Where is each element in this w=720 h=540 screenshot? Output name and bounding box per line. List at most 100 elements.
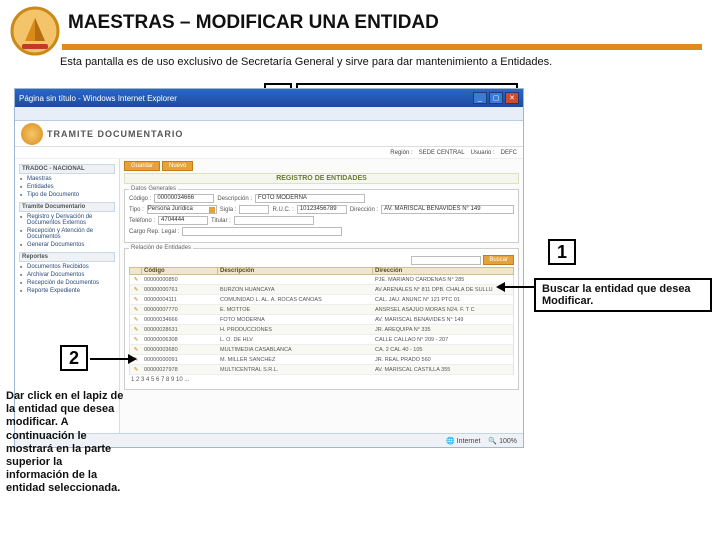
arrow-1-line — [504, 286, 534, 288]
cell-codigo: 00000003680 — [142, 347, 218, 353]
table-row: ✎00000028631H. PRODUCCIONESJR. AREQUIPA … — [129, 325, 514, 335]
region-label: Región : — [390, 150, 412, 156]
edit-pencil-icon[interactable]: ✎ — [130, 297, 142, 303]
table-body: ✎00000000850PJE. MARIANO CARDENAS N° 285… — [129, 275, 514, 375]
close-icon[interactable]: ✕ — [505, 92, 519, 104]
search-row: Buscar — [129, 255, 514, 265]
status-internet: 🌐 Internet — [446, 437, 480, 445]
side-item-maestras[interactable]: Maestras — [19, 175, 115, 183]
step-2-number: 2 — [60, 345, 88, 371]
th-desc: Descripción — [218, 268, 373, 274]
telefono-input[interactable]: 4704444 — [158, 216, 208, 225]
side-item-archivar[interactable]: Archivar Documentos — [19, 271, 115, 279]
table-row: ✎00000027978MULTICENTRAL S.R.L.AV. MARIS… — [129, 365, 514, 375]
table-row: ✎00000000850PJE. MARIANO CARDENAS N° 285 — [129, 275, 514, 285]
cell-desc: MULTIMEDIA CASABLANCA — [218, 347, 373, 353]
status-zoom: 🔍 100% — [488, 437, 517, 445]
minimize-icon[interactable]: _ — [473, 92, 487, 104]
cell-codigo: 00000000091 — [142, 357, 218, 363]
edit-pencil-icon[interactable]: ✎ — [130, 277, 142, 283]
titular-label: Titular : — [211, 218, 231, 224]
cell-codigo: 00000004111 — [142, 297, 218, 303]
main-panel: Guardar Nuevo REGISTRO DE ENTIDADES Dato… — [120, 159, 523, 433]
cell-codigo: 00000006308 — [142, 337, 218, 343]
cell-desc: BURZON HUANCAYA — [218, 287, 373, 293]
window-buttons: _ ▢ ✕ — [473, 92, 519, 104]
sigla-label: Sigla : — [220, 207, 237, 213]
tipo-label: Tipo : — [129, 207, 144, 213]
desc-input[interactable]: FOTO MODERNA — [255, 194, 365, 203]
side-item-recepdoc[interactable]: Recepción de Documentos — [19, 279, 115, 287]
save-button[interactable]: Guardar — [124, 161, 160, 171]
th-codigo: Código — [142, 268, 218, 274]
cell-codigo: 00000007770 — [142, 307, 218, 313]
legend-general: Datos Generales — [129, 186, 178, 192]
cargo-label: Cargo Rep. Legal : — [129, 229, 179, 235]
sigla-input[interactable] — [239, 205, 269, 214]
region-value: SEDE CENTRAL — [419, 150, 465, 156]
meta-row: Región : SEDE CENTRAL Usuario : DEFC — [15, 147, 523, 159]
cell-desc: E. MOTTOE — [218, 307, 373, 313]
codigo-label: Código : — [129, 196, 151, 202]
side-item-generar[interactable]: Generar Documentos — [19, 241, 115, 249]
side-item-recepcion[interactable]: Recepción y Atención de Documentos — [19, 227, 115, 241]
side-group-0: TRADOC - NACIONAL — [19, 164, 115, 174]
cell-desc: COMUNIDAD L. AL. A. ROCAS CANOAS — [218, 297, 373, 303]
ie-tabbar — [15, 107, 523, 121]
ruc-label: R.U.C. : — [272, 207, 293, 213]
cell-dir: AV. MARISCAL CASTILLA 355 — [373, 367, 513, 373]
side-group-3: Reportes — [19, 252, 115, 262]
cell-dir: CA. 2 CAL 40 - 105 — [373, 347, 513, 353]
app-banner: TRAMITE DOCUMENTARIO — [15, 121, 523, 147]
step-1-text: Buscar la entidad que desea Modificar. — [534, 278, 712, 312]
side-item-tipodoc[interactable]: Tipo de Documento — [19, 191, 115, 199]
cell-desc: H. PRODUCCIONES — [218, 327, 373, 333]
cell-desc: M. MILLER SANCHEZ — [218, 357, 373, 363]
step-2-text: Dar click en el lapiz de la entidad que … — [6, 390, 126, 496]
page-description: Esta pantalla es de uso exclusivo de Sec… — [60, 56, 552, 68]
org-logo — [10, 6, 60, 56]
table-row: ✎00000000091M. MILLER SANCHEZJR. REAL PR… — [129, 355, 514, 365]
cell-codigo: 00000034666 — [142, 317, 218, 323]
search-input[interactable] — [411, 256, 481, 265]
ie-titlebar: Página sin título - Windows Internet Exp… — [15, 89, 523, 107]
cargo-input[interactable] — [182, 227, 342, 236]
edit-pencil-icon[interactable]: ✎ — [130, 347, 142, 353]
cell-dir: AV. MARISCAL BENAVIDES N° 149 — [373, 317, 513, 323]
th-dir: Dirección — [373, 268, 513, 274]
maximize-icon[interactable]: ▢ — [489, 92, 503, 104]
edit-pencil-icon[interactable]: ✎ — [130, 367, 142, 373]
tipo-select[interactable]: Persona Jurídica — [147, 205, 217, 214]
edit-pencil-icon[interactable]: ✎ — [130, 337, 142, 343]
edit-pencil-icon[interactable]: ✎ — [130, 307, 142, 313]
cell-dir: AV.ARENALES N° 811 DPB. CHALA DE SULLU — [373, 287, 513, 293]
side-item-docrecibidos[interactable]: Documentos Recibidos — [19, 263, 115, 271]
edit-pencil-icon[interactable]: ✎ — [130, 287, 142, 293]
new-button[interactable]: Nuevo — [162, 161, 193, 171]
cell-dir: ANSRSEL ASAJUO MORAS N24. F. T C — [373, 307, 513, 313]
app-banner-title: TRAMITE DOCUMENTARIO — [47, 129, 183, 139]
side-item-entidades[interactable]: Entidades — [19, 183, 115, 191]
title-underline — [62, 44, 702, 50]
table-row: ✎00000007770E. MOTTOEANSRSEL ASAJUO MORA… — [129, 305, 514, 315]
cell-dir: CALLE CALLAO N° 209 - 207 — [373, 337, 513, 343]
codigo-input[interactable]: 00000034666 — [154, 194, 214, 203]
chevron-down-icon — [209, 207, 215, 213]
titular-input[interactable] — [234, 216, 314, 225]
search-button[interactable]: Buscar — [483, 255, 514, 265]
side-item-repexp[interactable]: Reporte Expediente — [19, 287, 115, 295]
edit-pencil-icon[interactable]: ✎ — [130, 317, 142, 323]
side-item-registro[interactable]: Registro y Derivación de Documentos Exte… — [19, 213, 115, 227]
side-group-2: Tramite Documentario — [19, 202, 115, 212]
cell-codigo: 00000000850 — [142, 277, 218, 283]
telefono-label: Teléfono : — [129, 218, 155, 224]
fieldset-relacion: Relación de Entidades Buscar Código Desc… — [124, 245, 519, 390]
table-row: ✎00000004111COMUNIDAD L. AL. A. ROCAS CA… — [129, 295, 514, 305]
panel-title: REGISTRO DE ENTIDADES — [124, 173, 519, 184]
table-pager[interactable]: 1 2 3 4 5 6 7 8 9 10 ... — [129, 375, 514, 385]
cell-desc: FOTO MODERNA — [218, 317, 373, 323]
cell-desc: MULTICENTRAL S.R.L. — [218, 367, 373, 373]
ruc-input[interactable]: 10123456789 — [297, 205, 347, 214]
edit-pencil-icon[interactable]: ✎ — [130, 327, 142, 333]
direccion-input[interactable]: AV. MARISCAL BENAVIDES N° 149 — [381, 205, 514, 214]
